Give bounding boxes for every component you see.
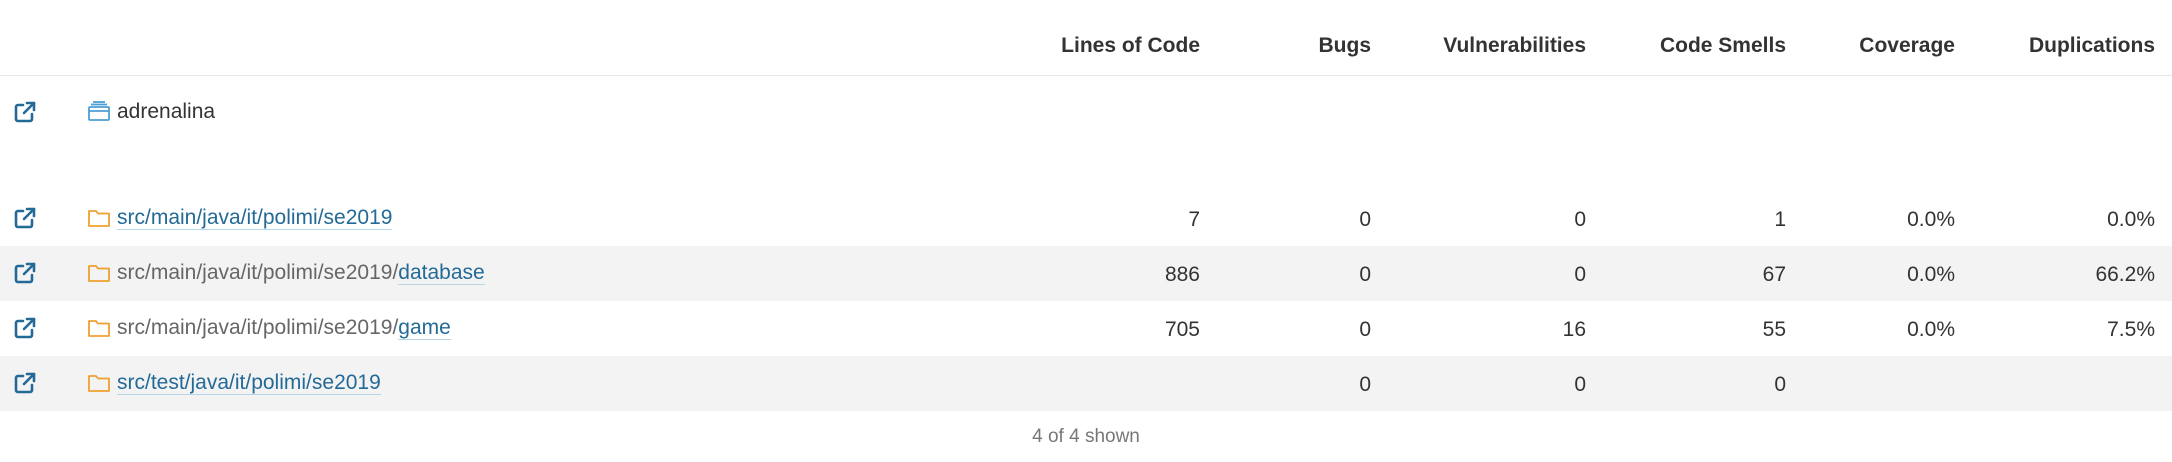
external-link-icon[interactable] (11, 314, 39, 342)
code-smells-value[interactable]: 55 (1763, 317, 1786, 343)
coverage-value[interactable]: 0.0% (1907, 207, 1955, 233)
coverage-value[interactable]: 0.0% (1907, 317, 1955, 343)
shown-count: 4 of 4 shown (1032, 426, 1140, 447)
component-name: src/main/java/it/polimi/se2019/database (117, 261, 485, 285)
col-lines-of-code[interactable]: Lines of Code (1061, 33, 1200, 59)
table-row: src/main/java/it/polimi/se2019/database … (0, 246, 2172, 301)
duplications-value[interactable]: 66.2% (2095, 262, 2155, 288)
loc-value[interactable]: 7 (1188, 207, 1200, 233)
loc-value[interactable]: 705 (1165, 317, 1200, 343)
loc-value[interactable]: 886 (1165, 262, 1200, 288)
project-icon (86, 100, 112, 122)
table-header: Lines of Code Bugs Vulnerabilities Code … (0, 0, 2172, 76)
vulnerabilities-value[interactable]: 0 (1574, 372, 1586, 398)
external-link-icon[interactable] (11, 98, 39, 126)
vulnerabilities-value[interactable]: 0 (1574, 262, 1586, 288)
col-bugs[interactable]: Bugs (1319, 33, 1372, 59)
bugs-value[interactable]: 0 (1359, 317, 1371, 343)
external-link-icon[interactable] (11, 369, 39, 397)
coverage-value[interactable]: 0.0% (1907, 262, 1955, 288)
folder-icon (86, 207, 112, 229)
component-name: src/main/java/it/polimi/se2019 (117, 205, 393, 231)
component-link[interactable]: src/main/java/it/polimi/se2019 (117, 206, 393, 230)
bugs-value[interactable]: 0 (1359, 207, 1371, 233)
col-code-smells[interactable]: Code Smells (1660, 33, 1786, 59)
duplications-value[interactable]: 0.0% (2107, 207, 2155, 233)
code-smells-value[interactable]: 1 (1774, 207, 1786, 233)
table-row: src/main/java/it/polimi/se2019 7 0 0 1 0… (0, 191, 2172, 246)
project-name: adrenalina (117, 100, 216, 123)
folder-icon (86, 262, 112, 284)
col-coverage[interactable]: Coverage (1859, 33, 1955, 59)
component-name: src/main/java/it/polimi/se2019/game (117, 316, 451, 340)
code-measures-table: Lines of Code Bugs Vulnerabilities Code … (0, 0, 2172, 462)
component-name: src/test/java/it/polimi/se2019 (117, 370, 381, 396)
code-smells-value[interactable]: 67 (1763, 262, 1786, 288)
table-row: src/test/java/it/polimi/se2019 0 0 0 (0, 356, 2172, 411)
bugs-value[interactable]: 0 (1359, 262, 1371, 288)
external-link-icon[interactable] (11, 204, 39, 232)
component-link[interactable]: game (398, 316, 451, 340)
col-vulnerabilities[interactable]: Vulnerabilities (1443, 33, 1586, 59)
vulnerabilities-value[interactable]: 16 (1563, 317, 1586, 343)
table-row: src/main/java/it/polimi/se2019/game 705 … (0, 301, 2172, 356)
external-link-icon[interactable] (11, 259, 39, 287)
vulnerabilities-value[interactable]: 0 (1574, 207, 1586, 233)
col-duplications[interactable]: Duplications (2029, 33, 2155, 59)
root-row: adrenalina (0, 90, 2172, 134)
folder-icon (86, 372, 112, 394)
duplications-value[interactable]: 7.5% (2107, 317, 2155, 343)
component-link[interactable]: src/test/java/it/polimi/se2019 (117, 371, 381, 395)
code-smells-value[interactable]: 0 (1774, 372, 1786, 398)
component-link[interactable]: database (398, 261, 485, 285)
folder-icon (86, 317, 112, 339)
bugs-value[interactable]: 0 (1359, 372, 1371, 398)
